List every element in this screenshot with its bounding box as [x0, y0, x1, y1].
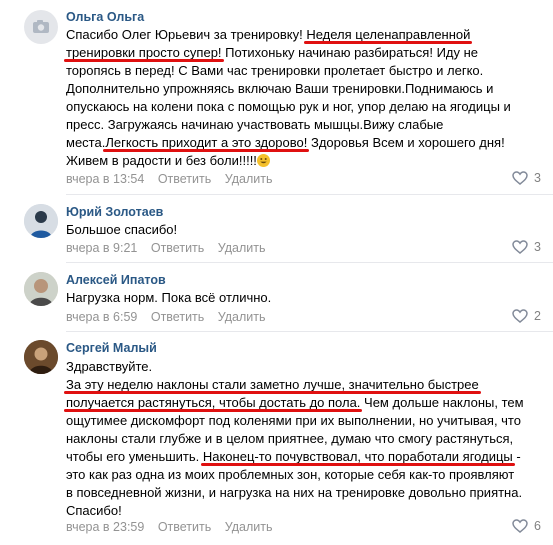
comment-text: Большое спасибо! [66, 221, 536, 239]
comment-text-segment: чтобы его уменьшить. [66, 449, 203, 464]
delete-button[interactable]: Удалить [218, 310, 266, 324]
reply-button[interactable]: Ответить [158, 172, 211, 186]
comment-text-line: Спасибо! [66, 502, 536, 520]
comment-text-line: За эту неделю наклоны стали заметно лучш… [66, 376, 536, 394]
delete-button[interactable]: Удалить [225, 520, 273, 534]
comment-text-line: места.Легкость приходит а это здорово! З… [66, 134, 536, 152]
user-photo-icon [24, 204, 58, 238]
divider [66, 262, 553, 263]
comment-text-line: Большое спасибо! [66, 221, 536, 239]
avatar[interactable] [24, 340, 58, 374]
highlighted-text: получается растянуться, чтобы достать до… [66, 395, 361, 410]
user-photo-icon [24, 272, 58, 306]
comment-text-line: Спасибо Олег Юрьевич за тренировку! Неде… [66, 26, 536, 44]
highlighted-text: Легкость приходит а это здорово! [105, 135, 308, 150]
comment-text-segment: пресс. Загружаясь начинаю участвовать мы… [66, 117, 444, 132]
comment-time[interactable]: вчера в 6:59 [66, 310, 137, 324]
like-button[interactable]: 2 [512, 309, 541, 323]
comment-text-segment: наклоны стали глубже и в целом приятнее,… [66, 431, 514, 446]
comment-text-line: Нагрузка норм. Пока всё отлично. [66, 289, 536, 307]
comment-author[interactable]: Сергей Малый [66, 341, 157, 355]
comment-text-line: торопясь в перед! С Вами час тренировки … [66, 62, 536, 80]
comment-text: Нагрузка норм. Пока всё отлично. [66, 289, 536, 307]
comment-text-line: наклоны стали глубже и в целом приятнее,… [66, 430, 536, 448]
user-photo-icon [24, 340, 58, 374]
comment-text-segment: Большое спасибо! [66, 222, 178, 237]
like-count: 3 [534, 171, 541, 185]
comment-text-line: ощутимее дискомфорт под коленями при их … [66, 412, 536, 430]
highlighted-text: За эту неделю наклоны стали заметно лучш… [66, 377, 479, 392]
comment-meta: вчера в 13:54 Ответить Удалить [66, 172, 282, 186]
avatar[interactable] [24, 272, 58, 306]
like-button[interactable]: 3 [512, 240, 541, 254]
comment-text-segment: это как раз одна из моих проблемных зон,… [66, 467, 515, 482]
comment-text-line: это как раз одна из моих проблемных зон,… [66, 466, 536, 484]
smile-emoji-icon [256, 154, 270, 167]
comment-meta: вчера в 6:59 Ответить Удалить [66, 310, 276, 324]
highlighted-text: Наконец-то почувствовал, что поработали … [202, 449, 513, 464]
comment-text: Спасибо Олег Юрьевич за тренировку! Неде… [66, 26, 536, 170]
heart-icon [512, 309, 528, 323]
comment-author[interactable]: Юрий Золотаев [66, 205, 163, 219]
comment-text-segment: опускаюсь на колени пока с помощью рук и… [66, 99, 511, 114]
highlighted-text: тренировки просто супер! [66, 45, 222, 60]
avatar[interactable] [24, 10, 58, 44]
comment-text-segment: места. [66, 135, 106, 150]
like-button[interactable]: 6 [512, 519, 541, 533]
comment-text-line: чтобы его уменьшить. Наконец-то почувств… [66, 448, 536, 466]
comment-meta: вчера в 9:21 Ответить Удалить [66, 241, 276, 255]
comment-text-segment: Живем в радости и без боли!!!!! [66, 153, 257, 168]
camera-icon [33, 20, 49, 33]
comment-text-line: тренировки просто супер! Потихоньку начи… [66, 44, 536, 62]
comment-text-segment: Здоровья Всем и хорошего дня! [307, 135, 505, 150]
reply-button[interactable]: Ответить [151, 310, 204, 324]
comment-text-line: Дополнительно упрожняясь включаю Ваши тр… [66, 80, 536, 98]
comment-author[interactable]: Ольга Ольга [66, 10, 144, 24]
comment-text-segment: Дополнительно упрожняясь включаю Ваши тр… [66, 81, 494, 96]
reply-button[interactable]: Ответить [151, 241, 204, 255]
comment-text-segment: Чем дольше наклоны, тем [360, 395, 524, 410]
comment-text-line: опускаюсь на колени пока с помощью рук и… [66, 98, 536, 116]
delete-button[interactable]: Удалить [218, 241, 266, 255]
comment-text-segment: Потихоньку начинаю разбираться! Иду не [221, 45, 479, 60]
comment-text-segment: ощутимее дискомфорт под коленями при их … [66, 413, 521, 428]
comment-text: Здравствуйте. За эту неделю наклоны стали… [66, 358, 536, 520]
comment-time[interactable]: вчера в 23:59 [66, 520, 144, 534]
like-button[interactable]: 3 [512, 171, 541, 185]
comment-text-segment: Спасибо Олег Юрьевич за тренировку! [66, 27, 307, 42]
comment-text-segment: торопясь в перед! С Вами час тренировки … [66, 63, 484, 78]
highlighted-text: Неделя целенаправленной [306, 27, 471, 42]
comment-text-line: получается растянуться, чтобы достать до… [66, 394, 536, 412]
comment-text-line: Живем в радости и без боли!!!!! [66, 152, 536, 170]
divider [66, 331, 553, 332]
like-count: 6 [534, 519, 541, 533]
like-count: 3 [534, 240, 541, 254]
comment-time[interactable]: вчера в 13:54 [66, 172, 144, 186]
comment-meta: вчера в 23:59 Ответить Удалить [66, 520, 282, 534]
comment-text-line: в повседневной жизни, и нагрузка на них … [66, 484, 536, 502]
reply-button[interactable]: Ответить [158, 520, 211, 534]
comment-time[interactable]: вчера в 9:21 [66, 241, 137, 255]
comment-text-line: пресс. Загружаясь начинаю участвовать мы… [66, 116, 536, 134]
comment-text-segment: Нагрузка норм. Пока всё отлично. [66, 290, 272, 305]
comment-text-segment: в повседневной жизни, и нагрузка на них … [66, 485, 523, 500]
comment-text-line: Здравствуйте. [66, 358, 536, 376]
comment-text-segment: Здравствуйте. [66, 359, 153, 374]
delete-button[interactable]: Удалить [225, 172, 273, 186]
divider [66, 194, 553, 195]
avatar[interactable] [24, 204, 58, 238]
heart-icon [512, 519, 528, 533]
comment-text-segment: - [512, 449, 521, 464]
heart-icon [512, 171, 528, 185]
like-count: 2 [534, 309, 541, 323]
heart-icon [512, 240, 528, 254]
comment-author[interactable]: Алексей Ипатов [66, 273, 166, 287]
comment-text-segment: Спасибо! [66, 503, 122, 518]
